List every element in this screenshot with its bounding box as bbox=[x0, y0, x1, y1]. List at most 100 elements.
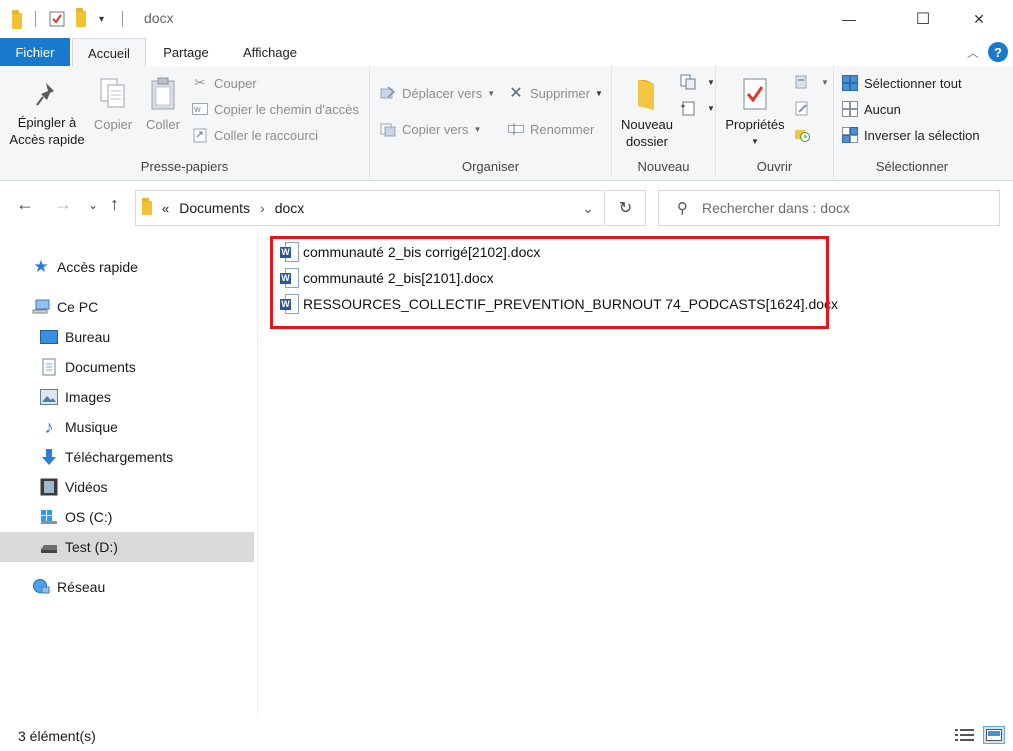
file-item[interactable]: W communauté 2_bis[2101].docx bbox=[280, 265, 494, 291]
edit-icon bbox=[794, 100, 810, 116]
nav-item-music[interactable]: ♪ Musique bbox=[0, 412, 254, 442]
file-name: RESSOURCES_COLLECTIF_PREVENTION_BURNOUT … bbox=[303, 296, 839, 312]
nav-item-os-c[interactable]: OS (C:) bbox=[0, 502, 254, 532]
delete-x-icon: ✕ bbox=[509, 85, 523, 102]
documents-icon bbox=[40, 358, 58, 376]
select-all-icon bbox=[842, 75, 858, 91]
network-icon bbox=[32, 578, 50, 596]
pictures-icon bbox=[40, 388, 58, 406]
group-label-select: Sélectionner bbox=[875, 159, 949, 174]
collapse-ribbon-icon[interactable]: ︿ bbox=[967, 44, 979, 61]
clipboard-icon bbox=[147, 76, 179, 116]
nav-item-this-pc[interactable]: Ce PC bbox=[0, 292, 254, 322]
desktop-icon bbox=[40, 328, 58, 346]
word-document-icon: W bbox=[280, 241, 300, 263]
address-row: ← → ⌄ ↑ « Documents › docx ⌄ ↻ ⚲ Recherc… bbox=[0, 182, 1013, 228]
copy-path-button[interactable]: W Copier le chemin d'accès bbox=[192, 101, 359, 117]
delete-button[interactable]: ✕ Supprimer ▼ bbox=[508, 85, 603, 102]
move-to-button[interactable]: Déplacer vers ▼ bbox=[380, 85, 495, 101]
history-button[interactable] bbox=[794, 126, 816, 142]
group-label-clipboard: Presse-papiers bbox=[140, 159, 229, 174]
maximize-button[interactable]: ☐ bbox=[900, 0, 946, 38]
search-box[interactable]: ⚲ Rechercher dans : docx bbox=[658, 190, 1000, 226]
edit-button[interactable] bbox=[794, 100, 816, 116]
details-view-icon[interactable] bbox=[955, 728, 975, 745]
folder-icon bbox=[12, 9, 22, 29]
open-button[interactable]: ▼ bbox=[794, 74, 829, 90]
group-open: Propriétés ▼ ▼ Ouvrir bbox=[716, 66, 834, 178]
nav-item-pictures[interactable]: Images bbox=[0, 382, 254, 412]
select-none-button[interactable]: Aucun bbox=[842, 101, 901, 117]
breadcrumb-documents[interactable]: Documents bbox=[179, 200, 250, 216]
nav-item-documents[interactable]: Documents bbox=[0, 352, 254, 382]
new-item-button[interactable]: ▼ bbox=[680, 74, 715, 90]
file-item[interactable]: W communauté 2_bis corrigé[2102].docx bbox=[280, 239, 540, 265]
file-name: communauté 2_bis corrigé[2102].docx bbox=[303, 244, 541, 260]
back-arrow-icon[interactable]: ← bbox=[16, 194, 34, 215]
group-new: Nouveau dossier ▼ ▼ Nouveau bbox=[612, 66, 716, 178]
breadcrumb-docx[interactable]: docx bbox=[275, 200, 305, 216]
scissors-icon: ✂ bbox=[194, 75, 206, 90]
paste-shortcut-icon bbox=[192, 127, 208, 143]
system-drive-icon bbox=[40, 508, 58, 526]
address-bar[interactable]: « Documents › docx ⌄ bbox=[135, 190, 605, 226]
nav-item-quick-access[interactable]: ★ Accès rapide bbox=[0, 252, 254, 282]
address-dropdown-chevron-icon[interactable]: ⌄ bbox=[582, 200, 594, 217]
properties-button[interactable]: Propriétés ▼ bbox=[720, 76, 790, 150]
customize-quick-access-icon[interactable]: ▾ bbox=[99, 9, 104, 29]
forward-arrow-icon[interactable]: → bbox=[54, 194, 72, 215]
copy-button[interactable]: Copier bbox=[90, 76, 136, 133]
drive-icon bbox=[40, 538, 58, 556]
paste-shortcut-button[interactable]: Coller le raccourci bbox=[192, 127, 318, 143]
ribbon: Épingler à Accès rapide Copier Coller ✂ … bbox=[0, 66, 1013, 181]
copy-to-button[interactable]: Copier vers ▼ bbox=[380, 121, 481, 137]
properties-quick-access-icon[interactable] bbox=[49, 9, 65, 29]
history-icon bbox=[794, 126, 810, 142]
file-name: communauté 2_bis[2101].docx bbox=[303, 270, 494, 286]
nav-item-network[interactable]: Réseau bbox=[0, 572, 254, 602]
easy-access-button[interactable]: ▼ bbox=[680, 100, 715, 116]
group-label-organize: Organiser bbox=[461, 159, 520, 174]
breadcrumb-separator[interactable]: › bbox=[260, 200, 265, 216]
ribbon-tabs: Fichier Accueil Partage Affichage bbox=[0, 38, 1013, 68]
refresh-icon[interactable]: ↻ bbox=[606, 190, 646, 226]
address-overflow[interactable]: « bbox=[162, 201, 169, 216]
invert-selection-icon bbox=[842, 127, 858, 143]
properties-icon bbox=[740, 76, 770, 116]
pin-quick-access-button[interactable]: Épingler à Accès rapide bbox=[6, 80, 88, 148]
new-folder-button[interactable]: Nouveau dossier bbox=[614, 76, 680, 150]
video-icon bbox=[40, 478, 58, 496]
rename-button[interactable]: Renommer bbox=[508, 121, 594, 137]
word-document-icon: W bbox=[280, 293, 300, 315]
cut-button[interactable]: ✂ Couper bbox=[192, 75, 257, 91]
select-all-button[interactable]: Sélectionner tout bbox=[842, 75, 962, 91]
status-bar: 3 élément(s) bbox=[0, 720, 1013, 751]
minimize-button[interactable]: — bbox=[826, 0, 872, 38]
large-icons-view-icon[interactable] bbox=[983, 726, 1005, 744]
help-icon[interactable]: ? bbox=[988, 42, 1008, 62]
new-folder-quick-access-icon[interactable] bbox=[76, 8, 86, 29]
group-label-new: Nouveau bbox=[637, 159, 690, 174]
download-arrow-icon bbox=[40, 448, 58, 466]
new-item-icon bbox=[680, 74, 696, 90]
up-arrow-icon[interactable]: ↑ bbox=[110, 194, 119, 215]
group-clipboard: Épingler à Accès rapide Copier Coller ✂ … bbox=[0, 66, 370, 178]
invert-selection-button[interactable]: Inverser la sélection bbox=[842, 127, 980, 143]
recent-locations-chevron-icon[interactable]: ⌄ bbox=[88, 198, 98, 212]
group-select: Sélectionner tout Aucun Inverser la séle… bbox=[834, 66, 990, 178]
open-icon bbox=[794, 74, 810, 90]
tab-fichier[interactable]: Fichier bbox=[0, 38, 70, 67]
title-bar: ▾ docx — ☐ ✕ bbox=[0, 0, 1013, 38]
close-button[interactable]: ✕ bbox=[956, 0, 1002, 38]
file-item[interactable]: W RESSOURCES_COLLECTIF_PREVENTION_BURNOU… bbox=[280, 291, 838, 317]
copy-icon bbox=[97, 76, 129, 116]
nav-item-downloads[interactable]: Téléchargements bbox=[0, 442, 254, 472]
paste-button[interactable]: Coller bbox=[140, 76, 186, 133]
tab-affichage[interactable]: Affichage bbox=[230, 38, 310, 67]
copy-path-icon: W bbox=[192, 101, 208, 117]
tab-partage[interactable]: Partage bbox=[150, 38, 222, 67]
nav-item-videos[interactable]: Vidéos bbox=[0, 472, 254, 502]
nav-item-desktop[interactable]: Bureau bbox=[0, 322, 254, 352]
tab-accueil[interactable]: Accueil bbox=[72, 38, 146, 68]
nav-item-test-d[interactable]: Test (D:) bbox=[0, 532, 254, 562]
